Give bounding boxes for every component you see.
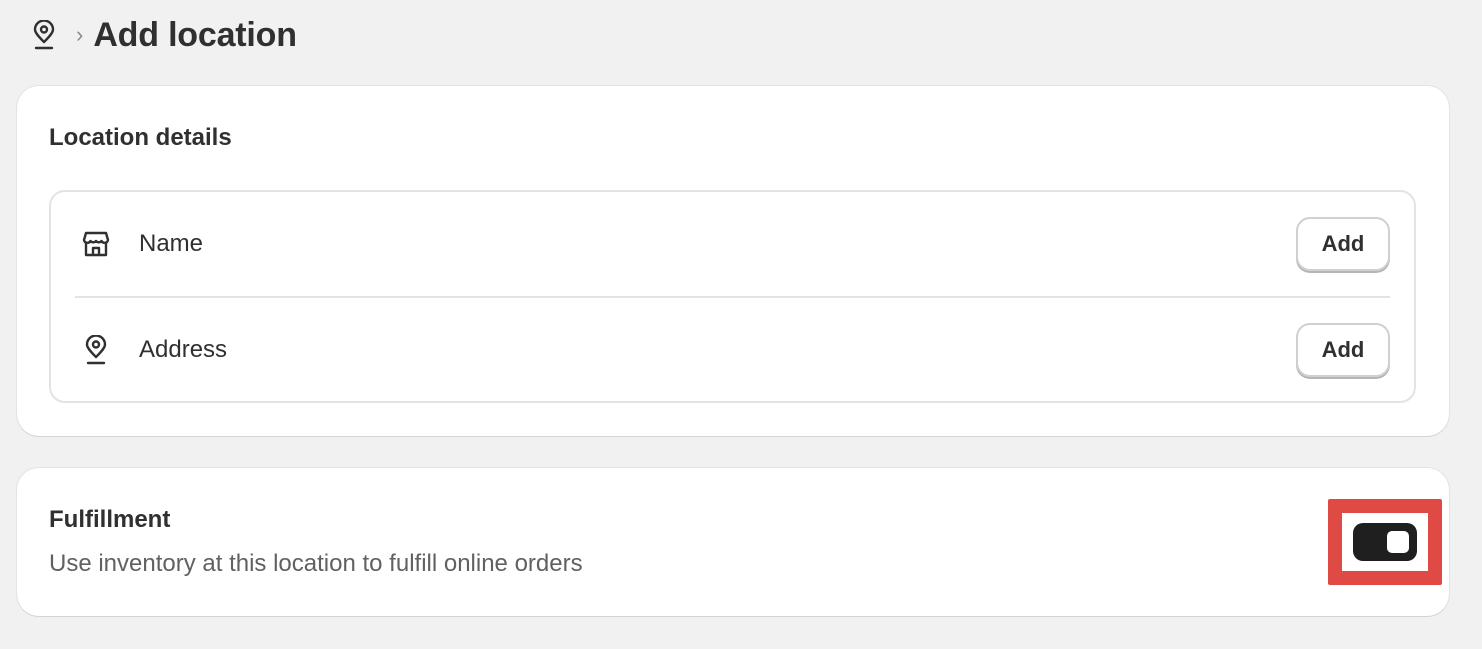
location-details-list: Name Add Address Add [49,190,1416,403]
fulfillment-card: Fulfillment Use inventory at this locati… [17,468,1449,616]
page-title: Add location [93,15,297,54]
location-details-card: Location details Name Add Address Add [17,86,1449,436]
fulfillment-toggle[interactable] [1353,523,1417,561]
fulfillment-description: Use inventory at this location to fulfil… [49,550,583,577]
name-row: Name Add [51,192,1414,296]
fulfillment-title: Fulfillment [49,506,171,533]
store-icon [79,227,113,261]
page-header: › Add location [28,12,297,58]
address-row: Address Add [51,298,1414,402]
location-pin-icon [79,333,113,367]
location-details-title: Location details [49,124,232,151]
add-name-button[interactable]: Add [1296,217,1390,271]
name-label: Name [139,230,204,257]
add-address-button[interactable]: Add [1296,323,1390,377]
breadcrumb-separator: › [76,22,84,47]
location-pin-icon[interactable] [28,19,60,51]
address-label: Address [139,336,228,363]
toggle-knob [1387,531,1409,553]
